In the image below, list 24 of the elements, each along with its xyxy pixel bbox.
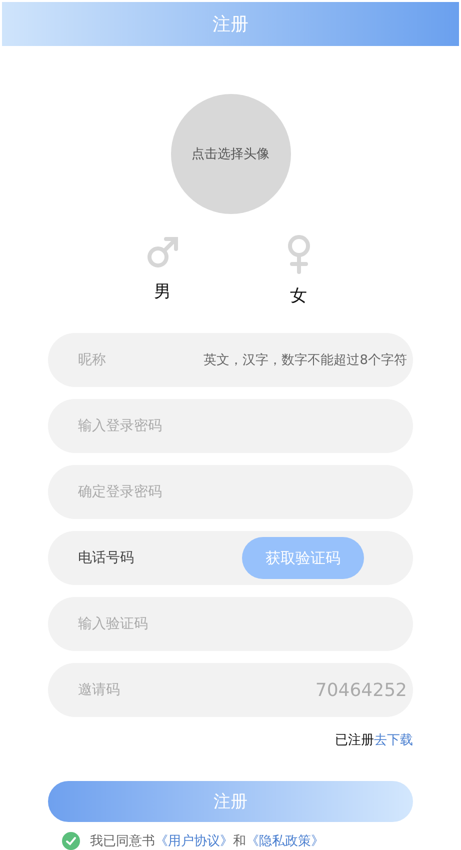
gender-option[interactable]: 男 <box>144 234 180 308</box>
user-agreement-link[interactable]: 《用户协议》 <box>155 832 233 850</box>
input-field[interactable]: 确定登录密码 <box>48 465 413 520</box>
phone-input[interactable]: 电话号码 <box>78 550 228 566</box>
input-field[interactable]: 输入登录密码 <box>48 399 413 454</box>
registered-text: 已注册 <box>335 733 374 748</box>
text-input[interactable]: 70464252 <box>120 680 407 701</box>
input-field[interactable]: 输入验证码 <box>48 597 413 652</box>
input-field[interactable]: 昵称 英文，汉字，数字不能超过8个字符 <box>48 333 413 388</box>
conjunction-text: 和 <box>233 833 246 850</box>
gender-option[interactable]: 女 <box>280 234 316 308</box>
privacy-policy-link[interactable]: 《隐私政策》 <box>246 832 324 850</box>
text-input[interactable]: 英文，汉字，数字不能超过8个字符 <box>106 352 407 368</box>
avatar-picker[interactable]: 点击选择头像 <box>170 94 290 214</box>
input-field[interactable]: 邀请码 70464252 <box>48 663 413 718</box>
female-icon <box>286 234 312 274</box>
agreement-text: 我已同意书 <box>90 833 155 850</box>
field-label: 邀请码 <box>78 681 120 700</box>
check-icon <box>65 835 77 847</box>
field-label: 昵称 <box>78 351 106 370</box>
male-icon <box>146 234 180 270</box>
download-link[interactable]: 去下载 <box>374 733 413 748</box>
agree-checkbox[interactable] <box>62 832 80 850</box>
page-title: 注册 <box>212 13 248 36</box>
